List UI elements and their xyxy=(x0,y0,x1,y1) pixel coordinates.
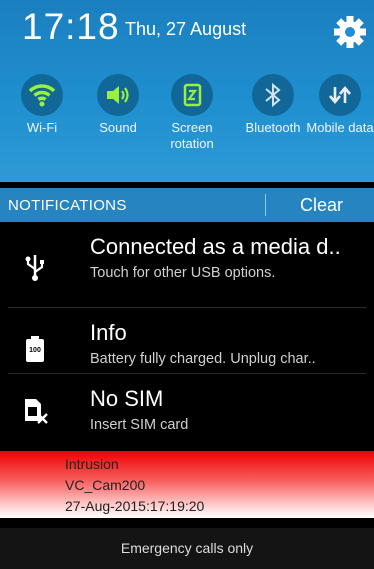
mobile-data-toggle[interactable]: Mobile data xyxy=(301,74,374,136)
notification-no-sim[interactable]: No SIM Insert SIM card xyxy=(0,374,374,451)
sound-label: Sound xyxy=(99,120,137,135)
mobile-data-icon xyxy=(319,74,361,116)
emergency-calls-footer: Emergency calls only xyxy=(0,528,374,569)
screen-rotation-label: Screen rotation xyxy=(170,120,214,151)
battery-level-label: 100 xyxy=(29,347,41,354)
notification-usb[interactable]: Connected as a media d.. Touch for other… xyxy=(0,222,374,308)
sound-toggle[interactable]: Sound xyxy=(79,74,157,136)
notification-title: Info xyxy=(90,320,127,345)
wifi-label: Wi-Fi xyxy=(26,120,58,135)
wifi-icon xyxy=(21,74,63,116)
battery-icon: 100 xyxy=(26,336,44,362)
status-header: 17:18 Thu, 27 August Wi-Fi Sound Screen … xyxy=(0,0,374,182)
notification-title: Connected as a media d.. xyxy=(90,234,341,259)
clock: 17:18 xyxy=(22,6,120,47)
divider xyxy=(265,194,266,216)
notification-subtitle: Insert SIM card xyxy=(90,417,189,433)
intrusion-alert[interactable]: Intrusion VC_Cam200 27-Aug-2015:17:19:20 xyxy=(0,451,374,518)
notification-subtitle: Battery fully charged. Unplug char.. xyxy=(90,351,316,367)
alert-line-3: 27-Aug-2015:17:19:20 xyxy=(65,498,205,514)
alert-line-2: VC_Cam200 xyxy=(65,477,146,493)
notifications-bar: NOTIFICATIONS Clear xyxy=(0,188,374,222)
date: Thu, 27 August xyxy=(125,19,247,39)
bluetooth-icon xyxy=(252,74,294,116)
notification-title: No SIM xyxy=(90,386,164,411)
notifications-title: NOTIFICATIONS xyxy=(8,196,127,214)
mobile-data-label: Mobile data xyxy=(306,120,374,135)
settings-gear-icon[interactable] xyxy=(332,14,368,50)
alert-line-1: Intrusion xyxy=(65,456,119,472)
rotation-icon xyxy=(171,74,213,116)
notification-subtitle: Touch for other USB options. xyxy=(90,265,276,281)
no-sim-icon xyxy=(25,399,48,424)
usb-icon xyxy=(25,255,44,281)
clear-button[interactable]: Clear xyxy=(300,195,343,216)
wifi-toggle[interactable]: Wi-Fi xyxy=(3,74,81,136)
screen-rotation-toggle[interactable]: Screen rotation xyxy=(153,74,231,152)
speaker-icon xyxy=(97,74,139,116)
